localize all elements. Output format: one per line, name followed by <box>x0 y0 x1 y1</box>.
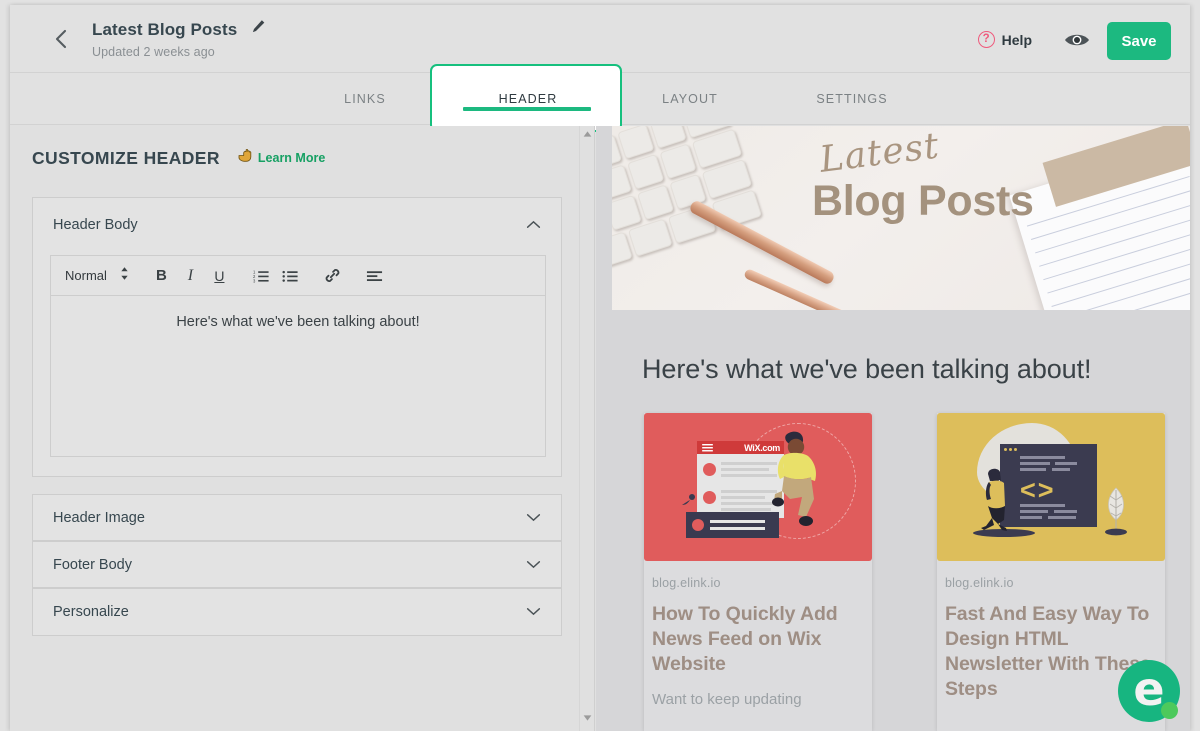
rte-content-area[interactable]: Here's what we've been talking about! <box>51 296 545 457</box>
pencil-icon[interactable] <box>251 19 266 39</box>
last-updated-label: Updated 2 weeks ago <box>92 45 215 59</box>
eye-icon[interactable] <box>1064 31 1090 49</box>
bold-button[interactable]: B <box>147 262 176 290</box>
preview-panel: Latest Blog Posts Here's what we've been… <box>596 126 1190 731</box>
banner-text-group: Latest Blog Posts <box>812 126 1142 226</box>
section-header-body: Header Body Normal B I U 1 2 3 Here's wh… <box>32 197 562 477</box>
section-header-body-toggle[interactable]: Header Body <box>33 198 561 252</box>
panel-header: CUSTOMIZE HEADER Learn More <box>32 148 325 169</box>
pointing-hand-icon <box>238 148 255 168</box>
save-button[interactable]: Save <box>1107 22 1171 60</box>
banner-pen-secondary <box>743 268 857 310</box>
section-footer-body: Footer Body <box>32 541 562 588</box>
learn-more-label: Learn More <box>257 151 326 165</box>
scroll-down-arrow-icon[interactable] <box>580 711 595 725</box>
chevron-down-icon <box>526 509 541 527</box>
hamburger-icon <box>702 439 713 457</box>
section-footer-body-toggle[interactable]: Footer Body <box>33 542 561 587</box>
format-style-value: Normal <box>65 268 107 283</box>
card-domain: blog.elink.io <box>652 576 721 590</box>
section-header-image: Header Image <box>32 494 562 541</box>
panel-scrollbar[interactable] <box>579 126 594 731</box>
document-title-group: Latest Blog Posts Updated 2 weeks ago <box>92 20 266 59</box>
ordered-list-button[interactable]: 1 2 3 <box>247 262 276 290</box>
card-domain: blog.elink.io <box>945 576 1014 590</box>
italic-button[interactable]: I <box>176 262 205 290</box>
customize-panel: CUSTOMIZE HEADER Learn More Header Body <box>10 126 595 731</box>
elink-logo[interactable]: e <box>1118 660 1180 722</box>
rich-text-editor: Normal B I U 1 2 3 Here's what we've bee… <box>50 255 546 457</box>
link-button[interactable] <box>318 262 347 290</box>
help-label: Help <box>1001 31 1032 48</box>
align-button[interactable] <box>360 262 389 290</box>
underline-button[interactable]: U <box>205 262 234 290</box>
app-window: Latest Blog Posts Updated 2 weeks ago ? … <box>10 5 1190 731</box>
preview-card[interactable]: WiX.com blog.elink.io How To Quickly Add… <box>644 413 872 731</box>
chevron-left-icon <box>54 29 67 49</box>
tab-header[interactable]: HEADER <box>434 73 622 125</box>
tab-settings[interactable]: SETTINGS <box>772 73 932 125</box>
learn-more-link[interactable]: Learn More <box>238 148 325 168</box>
up-down-caret-icon <box>120 266 129 286</box>
tab-layout[interactable]: LAYOUT <box>620 73 760 125</box>
section-header-image-toggle[interactable]: Header Image <box>33 495 561 540</box>
back-button[interactable] <box>46 25 74 53</box>
format-style-select[interactable]: Normal <box>65 266 129 286</box>
section-label: Personalize <box>53 604 129 620</box>
page-title: Latest Blog Posts <box>92 20 238 39</box>
tab-links[interactable]: LINKS <box>300 73 430 125</box>
code-angle-brackets: <> <box>1020 475 1056 505</box>
chevron-down-icon <box>526 603 541 621</box>
banner-script-text: Latest <box>817 126 942 181</box>
active-tab-indicator <box>463 107 591 111</box>
elink-logo-dot <box>1161 702 1178 719</box>
panel-title: CUSTOMIZE HEADER <box>32 148 220 168</box>
preview-card-body: blog.elink.io How To Quickly Add News Fe… <box>652 576 866 710</box>
help-button[interactable]: ? Help <box>977 31 1032 48</box>
top-bar: Latest Blog Posts Updated 2 weeks ago ? … <box>10 5 1190 73</box>
rte-toolbar: Normal B I U 1 2 3 <box>51 256 545 296</box>
banner-main-text: Blog Posts <box>812 177 1034 225</box>
code-window-illustration: <> <box>937 413 1165 561</box>
svg-text:3: 3 <box>253 278 256 282</box>
wix-illustration: WiX.com <box>644 413 872 561</box>
chevron-down-icon <box>526 556 541 574</box>
header-banner-image: Latest Blog Posts <box>612 126 1190 310</box>
scroll-up-arrow-icon[interactable] <box>580 127 595 141</box>
card-description: Want to keep updating <box>652 690 802 708</box>
preview-heading: Here's what we've been talking about! <box>642 354 1092 384</box>
section-label: Footer Body <box>53 556 132 573</box>
elink-logo-letter: e <box>1133 662 1165 716</box>
section-label: Header Image <box>53 509 145 526</box>
section-personalize-toggle[interactable]: Personalize <box>33 589 561 635</box>
section-personalize: Personalize <box>32 588 562 636</box>
section-label: Header Body <box>53 217 138 233</box>
card-title: How To Quickly Add News Feed on Wix Webs… <box>652 603 838 675</box>
chevron-up-icon <box>526 216 541 234</box>
tab-bar: LINKS HEADER LAYOUT SETTINGS <box>10 64 1190 132</box>
bullet-list-button[interactable] <box>276 262 305 290</box>
help-question-icon: ? <box>977 31 995 48</box>
